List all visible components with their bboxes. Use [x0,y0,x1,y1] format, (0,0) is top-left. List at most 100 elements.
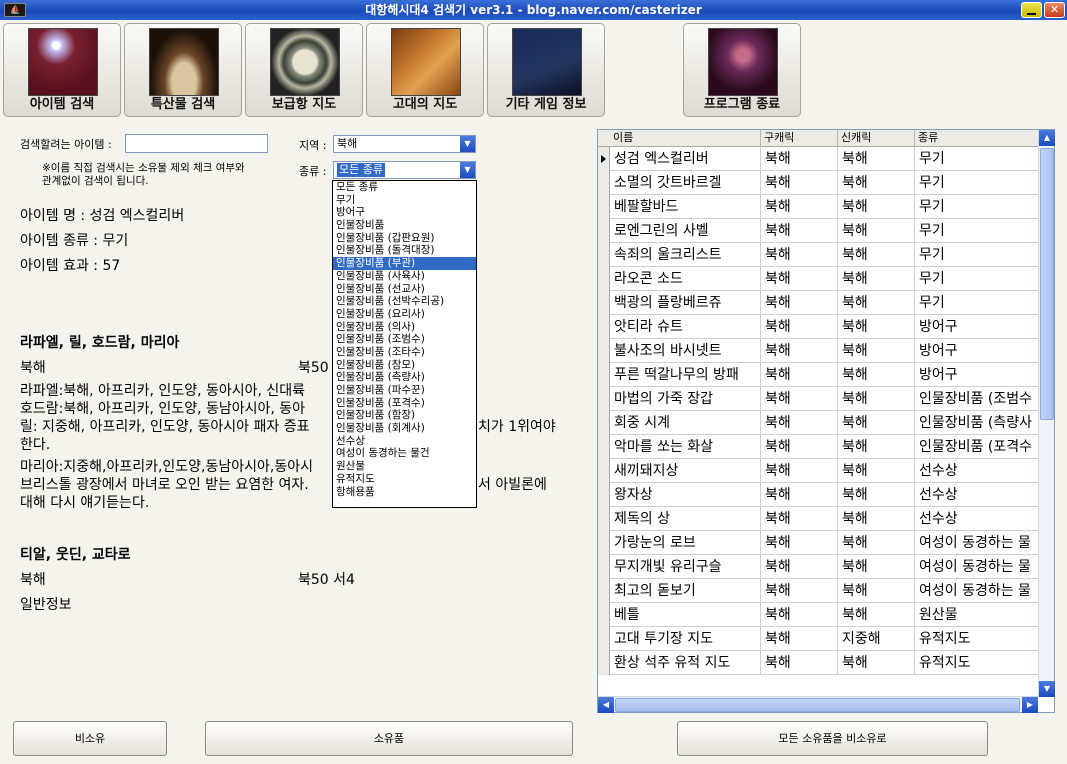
dropdown-option[interactable]: 인물장비품 (파수꾼) [333,384,476,397]
table-row[interactable]: 백광의 플랑베르쥬 북해 북해 무기 [598,291,1038,315]
table-cell[interactable]: 제독의 상 [610,507,761,531]
table-cell[interactable]: 선수상 [915,459,1038,483]
table-cell[interactable]: 북해 [838,435,915,459]
table-cell[interactable]: 북해 [761,267,838,291]
table-cell[interactable]: 가랑눈의 로브 [610,531,761,555]
dropdown-option[interactable]: 모든 종류 [333,181,476,194]
table-cell[interactable]: 북해 [761,603,838,627]
owned-button[interactable]: 소유품 [205,721,573,756]
table-cell[interactable]: 인물장비품 (포격수 [915,435,1038,459]
table-cell[interactable]: 북해 [838,243,915,267]
table-cell[interactable]: 북해 [761,459,838,483]
table-cell[interactable]: 악마를 쏘는 화살 [610,435,761,459]
table-cell[interactable]: 무기 [915,267,1038,291]
table-cell[interactable]: 북해 [838,651,915,675]
dropdown-option[interactable]: 인물장비품 (참모) [333,359,476,372]
table-cell[interactable]: 원산물 [915,603,1038,627]
table-cell[interactable]: 북해 [761,387,838,411]
table-cell[interactable]: 북해 [761,363,838,387]
row-header[interactable] [598,219,610,243]
dropdown-option[interactable]: 선수상 [333,435,476,448]
table-cell[interactable]: 여성이 동경하는 물 [915,555,1038,579]
dropdown-option[interactable]: 인물장비품 (의사) [333,321,476,334]
table-row[interactable]: 가랑눈의 로브 북해 북해 여성이 동경하는 물 [598,531,1038,555]
table-cell[interactable]: 북해 [838,387,915,411]
table-row[interactable]: 최고의 돋보기 북해 북해 여성이 동경하는 물 [598,579,1038,603]
type-dropdown-list[interactable]: 모든 종류 무기 방어구 인물장비품 인물장비품 (갑판요원) 인물장비품 (돌격대장) 인… [332,180,477,508]
dropdown-option[interactable]: 인물장비품 (돌격대장) [333,244,476,257]
col-old-char-header[interactable]: 구캐릭 [761,130,838,147]
table-cell[interactable]: 북해 [838,219,915,243]
table-row[interactable]: 새끼돼지상 북해 북해 선수상 [598,459,1038,483]
game-info-button[interactable]: 기타 게임 정보 [487,23,605,117]
table-cell[interactable]: 고대 투기장 지도 [610,627,761,651]
table-row[interactable]: 무지개빛 유리구슬 북해 북해 여성이 동경하는 물 [598,555,1038,579]
table-cell[interactable]: 북해 [838,603,915,627]
close-button[interactable]: ✕ [1044,2,1065,18]
dropdown-option[interactable]: 인물장비품 (포격수) [333,397,476,410]
table-cell[interactable]: 유적지도 [915,627,1038,651]
row-header[interactable] [598,507,610,531]
table-cell[interactable]: 북해 [838,459,915,483]
dropdown-option[interactable]: 인물장비품 (선교사) [333,283,476,296]
table-cell[interactable]: 인물장비품 (측량사 [915,411,1038,435]
exit-program-button[interactable]: 프로그램 종료 [683,23,801,117]
row-header[interactable] [598,651,610,675]
table-cell[interactable]: 선수상 [915,507,1038,531]
table-cell[interactable]: 불사조의 바시넷트 [610,339,761,363]
table-cell[interactable]: 북해 [838,531,915,555]
row-header[interactable] [598,435,610,459]
dropdown-option[interactable]: 인물장비품 (함장) [333,409,476,422]
horizontal-scroll-thumb[interactable] [615,698,1020,712]
table-cell[interactable]: 여성이 동경하는 물 [915,579,1038,603]
table-cell[interactable]: 북해 [838,507,915,531]
table-cell[interactable]: 성검 엑스컬리버 [610,147,761,171]
table-row[interactable]: 베틀 북해 북해 원산물 [598,603,1038,627]
vertical-scrollbar[interactable]: ▲ ▼ [1038,130,1055,697]
dropdown-option[interactable]: 인물장비품 (회계사) [333,422,476,435]
table-cell[interactable]: 무기 [915,147,1038,171]
row-header[interactable] [598,603,610,627]
horizontal-scrollbar[interactable]: ◀ ▶ [598,696,1038,713]
row-header[interactable] [598,171,610,195]
row-header[interactable] [598,579,610,603]
table-cell[interactable]: 새끼돼지상 [610,459,761,483]
ancient-map-button[interactable]: 고대의 지도 [366,23,484,117]
table-cell[interactable]: 북해 [838,147,915,171]
dropdown-option[interactable]: 인물장비품 (갑판요원) [333,232,476,245]
table-cell[interactable]: 북해 [761,195,838,219]
minimize-button[interactable] [1021,2,1042,18]
table-cell[interactable]: 북해 [761,315,838,339]
dropdown-option[interactable]: 인물장비품 (선박수리공) [333,295,476,308]
dropdown-option[interactable]: 인물장비품 (부관) [333,257,476,270]
col-type-header[interactable]: 종류 [915,130,1038,147]
dropdown-option[interactable]: 원산물 [333,460,476,473]
row-header[interactable] [598,267,610,291]
item-search-input[interactable] [125,134,268,153]
table-cell[interactable]: 인물장비품 (조범수 [915,387,1038,411]
table-row[interactable]: 라오콘 소드 북해 북해 무기 [598,267,1038,291]
table-cell[interactable]: 북해 [761,339,838,363]
table-cell[interactable]: 방어구 [915,339,1038,363]
table-cell[interactable]: 북해 [838,291,915,315]
table-cell[interactable]: 여성이 동경하는 물 [915,531,1038,555]
row-header[interactable] [598,531,610,555]
table-row[interactable]: 로엔그린의 사벨 북해 북해 무기 [598,219,1038,243]
table-row[interactable]: 악마를 쏘는 화살 북해 북해 인물장비품 (포격수 [598,435,1038,459]
table-cell[interactable]: 무지개빛 유리구슬 [610,555,761,579]
scroll-left-icon[interactable]: ◀ [598,697,614,713]
table-cell[interactable]: 무기 [915,243,1038,267]
table-cell[interactable]: 북해 [838,267,915,291]
table-cell[interactable]: 북해 [761,435,838,459]
ship-icon[interactable]: ⛵ [4,3,26,17]
row-header[interactable] [598,483,610,507]
scroll-right-icon[interactable]: ▶ [1022,697,1038,713]
row-header[interactable] [598,291,610,315]
reset-owned-button[interactable]: 모든 소유품을 비소유로 [677,721,988,756]
table-cell[interactable]: 북해 [761,243,838,267]
table-cell[interactable]: 무기 [915,171,1038,195]
dropdown-option[interactable]: 무기 [333,194,476,207]
region-combo[interactable]: 북해 ▼ [333,135,476,153]
row-header[interactable] [598,195,610,219]
table-cell[interactable]: 북해 [838,171,915,195]
